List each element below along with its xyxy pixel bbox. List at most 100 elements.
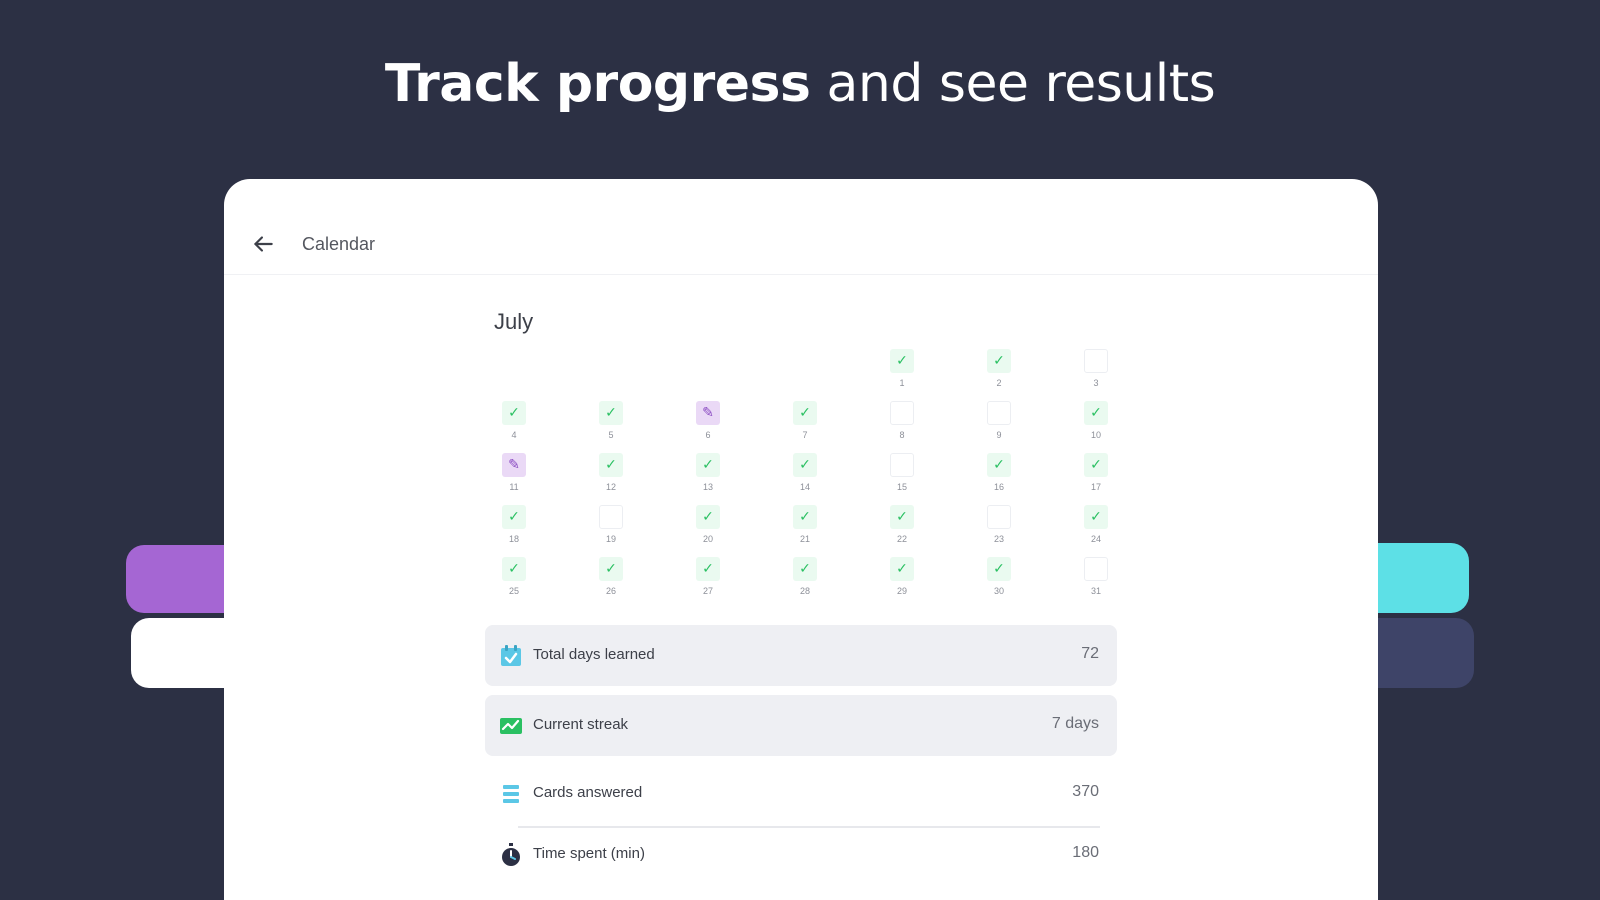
- empty-day-box: [987, 505, 1011, 529]
- empty-day-box: [890, 453, 914, 477]
- day-number: 13: [702, 482, 713, 492]
- check-icon: ✓: [793, 505, 817, 529]
- stat-cards-answered: Cards answered 370: [485, 763, 1117, 824]
- headline: Track progress and see results: [0, 54, 1600, 114]
- check-icon: ✓: [696, 557, 720, 581]
- calendar-week: ✓ 25 ✓ 26 ✓ 27 ✓ 28 ✓ 29 ✓ 30 31: [494, 555, 1115, 607]
- day-number: 24: [1090, 534, 1101, 544]
- calendar-week: ✎ 11 ✓ 12 ✓ 13 ✓ 14 15 ✓ 16 ✓ 17: [494, 451, 1115, 503]
- empty-day-box: [890, 401, 914, 425]
- stat-total-days: Total days learned 72: [485, 625, 1117, 686]
- headline-bold: Track progress: [384, 54, 811, 114]
- check-icon: ✓: [793, 453, 817, 477]
- day-number: 1: [899, 378, 905, 388]
- calendar-day[interactable]: ✓ 22: [882, 503, 922, 553]
- empty-day-box: [987, 401, 1011, 425]
- stat-label: Cards answered: [533, 784, 643, 801]
- calendar-day[interactable]: ✓ 30: [979, 555, 1019, 605]
- calendar-day[interactable]: ✎ 6: [688, 399, 728, 449]
- day-number: 29: [896, 586, 907, 596]
- check-icon: ✓: [987, 349, 1011, 373]
- check-icon: ✓: [696, 453, 720, 477]
- day-number: 18: [508, 534, 519, 544]
- stat-label: Total days learned: [533, 646, 655, 663]
- calendar-day[interactable]: ✓ 16: [979, 451, 1019, 501]
- empty-day-box: [1084, 349, 1108, 373]
- day-number: 27: [702, 586, 713, 596]
- calendar-day[interactable]: ✓ 10: [1076, 399, 1116, 449]
- calendar-day[interactable]: ✓ 28: [785, 555, 825, 605]
- day-number: 11: [509, 482, 519, 492]
- calendar-day[interactable]: 15: [882, 451, 922, 501]
- calendar-day[interactable]: ✓ 14: [785, 451, 825, 501]
- calendar-day[interactable]: ✓ 21: [785, 503, 825, 553]
- empty-day-box: [599, 505, 623, 529]
- check-icon: ✓: [599, 401, 623, 425]
- calendar-grid: ✓ 1 ✓ 2 3 ✓ 4 ✓ 5 ✎ 6 ✓ 7 8 9 ✓ 10 ✎ 11 ✓ 12 ✓ 13 ✓ 14 15 ✓ 16 ✓ 17 ✓ 1…: [494, 347, 1115, 607]
- day-number: 3: [1093, 378, 1099, 388]
- check-icon: ✓: [890, 557, 914, 581]
- calendar-day[interactable]: ✓ 27: [688, 555, 728, 605]
- day-number: 15: [896, 482, 907, 492]
- calendar-day[interactable]: ✓ 20: [688, 503, 728, 553]
- check-icon: ✓: [1084, 453, 1108, 477]
- day-number: 17: [1090, 482, 1101, 492]
- calendar-day[interactable]: ✓ 7: [785, 399, 825, 449]
- calendar-day[interactable]: ✓ 18: [494, 503, 534, 553]
- calendar-week: ✓ 1 ✓ 2 3: [494, 347, 1115, 399]
- calendar-day[interactable]: 8: [882, 399, 922, 449]
- calendar-day[interactable]: ✓ 5: [591, 399, 631, 449]
- day-number: 10: [1090, 430, 1101, 440]
- calendar-day[interactable]: 3: [1076, 347, 1116, 397]
- stopwatch-icon: [499, 843, 523, 867]
- stat-value: 7 days: [1051, 715, 1099, 732]
- check-icon: ✓: [890, 349, 914, 373]
- day-number: 16: [993, 482, 1004, 492]
- check-icon: ✓: [696, 505, 720, 529]
- day-number: 22: [896, 534, 907, 544]
- day-number: 19: [605, 534, 616, 544]
- calendar-day[interactable]: ✓ 24: [1076, 503, 1116, 553]
- calendar-week: ✓ 18 19 ✓ 20 ✓ 21 ✓ 22 23 ✓ 24: [494, 503, 1115, 555]
- day-number: 20: [702, 534, 713, 544]
- day-number: 2: [996, 378, 1002, 388]
- calendar-day[interactable]: 19: [591, 503, 631, 553]
- calendar-day[interactable]: 31: [1076, 555, 1116, 605]
- month-label: July: [494, 309, 534, 334]
- check-icon: ✓: [599, 557, 623, 581]
- day-number: 6: [705, 430, 711, 440]
- check-icon: ✓: [890, 505, 914, 529]
- check-icon: ✓: [1084, 505, 1108, 529]
- calendar-day[interactable]: 23: [979, 503, 1019, 553]
- check-icon: ✓: [502, 401, 526, 425]
- streak-chart-icon: [499, 714, 523, 738]
- calendar-day[interactable]: 9: [979, 399, 1019, 449]
- calendar-day[interactable]: ✓ 29: [882, 555, 922, 605]
- day-number: 28: [799, 586, 810, 596]
- day-number: 5: [608, 430, 614, 440]
- calendar-day[interactable]: ✓ 13: [688, 451, 728, 501]
- check-icon: ✓: [987, 557, 1011, 581]
- cards-list-icon: [499, 782, 523, 806]
- calendar-day[interactable]: ✓ 26: [591, 555, 631, 605]
- calendar-day[interactable]: ✓ 2: [979, 347, 1019, 397]
- calendar-day[interactable]: ✎ 11: [494, 451, 534, 501]
- calendar-day[interactable]: ✓ 25: [494, 555, 534, 605]
- check-icon: ✓: [502, 557, 526, 581]
- headline-rest: and see results: [826, 54, 1216, 114]
- calendar-day[interactable]: ✓ 4: [494, 399, 534, 449]
- arrow-left-icon[interactable]: [250, 231, 276, 257]
- calendar-day[interactable]: ✓ 17: [1076, 451, 1116, 501]
- check-icon: ✓: [1084, 401, 1108, 425]
- stat-time-spent: Time spent (min) 180: [485, 824, 1117, 885]
- check-icon: ✓: [599, 453, 623, 477]
- check-icon: ✓: [793, 401, 817, 425]
- calendar-day[interactable]: ✓ 1: [882, 347, 922, 397]
- day-number: 23: [993, 534, 1004, 544]
- day-number: 21: [799, 534, 810, 544]
- day-number: 26: [605, 586, 616, 596]
- stat-value: 180: [1072, 844, 1099, 861]
- pencil-icon: ✎: [696, 401, 720, 425]
- calendar-check-icon: [499, 644, 523, 668]
- calendar-day[interactable]: ✓ 12: [591, 451, 631, 501]
